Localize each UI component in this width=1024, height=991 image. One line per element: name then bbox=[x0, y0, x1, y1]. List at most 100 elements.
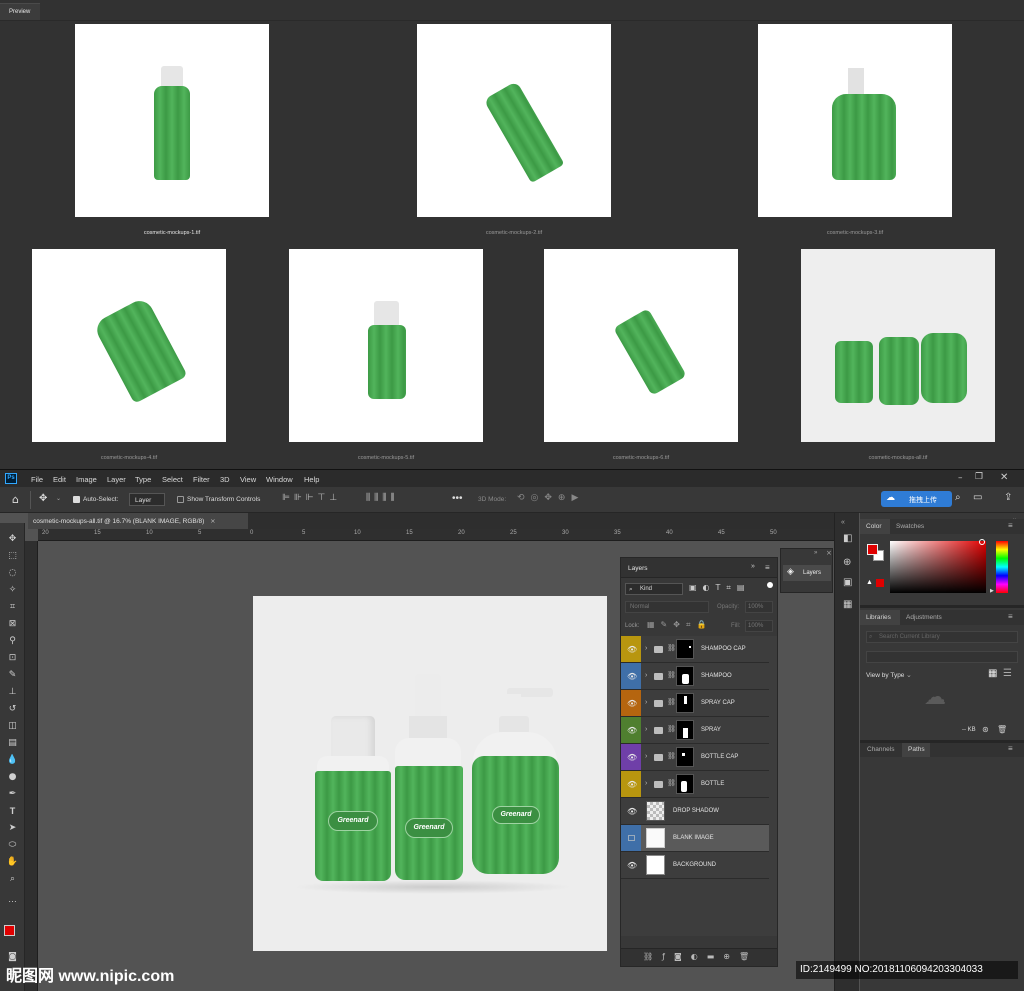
library-search-input[interactable]: ⌕ Search Current Library bbox=[866, 631, 1018, 643]
marquee-tool-icon[interactable]: ⬚ bbox=[6, 550, 19, 562]
blur-tool-icon[interactable]: 💧 bbox=[6, 754, 19, 766]
thumbnail-1[interactable] bbox=[75, 24, 269, 217]
menu-3d[interactable]: 3D bbox=[220, 475, 230, 484]
layer-row[interactable]: 👁 BACKGROUND bbox=[621, 852, 769, 879]
clone-stamp-icon[interactable]: ⊥ bbox=[6, 686, 19, 698]
collapse-icon[interactable]: » bbox=[751, 563, 755, 570]
type-tool-icon[interactable]: T bbox=[6, 805, 19, 817]
visibility-box[interactable] bbox=[628, 835, 635, 841]
history-brush-icon[interactable]: ↺ bbox=[6, 703, 19, 715]
more-tools-icon[interactable]: … bbox=[6, 893, 19, 905]
swatches-tab[interactable]: Swatches bbox=[896, 523, 924, 530]
crop-tool-icon[interactable]: ⌗ bbox=[6, 601, 19, 613]
document-tab[interactable]: cosmetic-mockups-all.tif @ 16.7% (BLANK … bbox=[28, 513, 248, 529]
panel-menu-icon[interactable]: ≡ bbox=[1008, 521, 1013, 530]
layer-row[interactable]: 👁 › ⛓ SHAMPOO CAP bbox=[621, 636, 769, 663]
eye-icon[interactable]: 👁 bbox=[627, 645, 637, 654]
home-icon[interactable]: ⌂ bbox=[12, 493, 19, 506]
eye-icon[interactable]: 👁 bbox=[627, 699, 637, 708]
eye-icon[interactable]: 👁 bbox=[627, 726, 637, 735]
path-selection-icon[interactable]: ➤ bbox=[6, 822, 19, 834]
distribute-icons[interactable]: ⫼⫼⫼⫼ bbox=[366, 493, 399, 503]
menu-type[interactable]: Type bbox=[135, 475, 151, 484]
chevron-right-icon[interactable]: › bbox=[645, 780, 647, 787]
chevron-right-icon[interactable]: › bbox=[645, 672, 647, 679]
minimize-icon[interactable]: – bbox=[958, 473, 963, 483]
close-icon[interactable]: × bbox=[826, 549, 832, 557]
search-icon[interactable]: ⌕ bbox=[955, 492, 961, 503]
menu-edit[interactable]: Edit bbox=[53, 475, 66, 484]
layer-row[interactable]: 👁 › ⛓ BOTTLE bbox=[621, 771, 769, 798]
move-tool-icon[interactable]: ✥ bbox=[6, 533, 19, 545]
zoom-tool-icon[interactable]: ⌕ bbox=[6, 873, 19, 885]
close-tab-icon[interactable]: × bbox=[210, 517, 215, 525]
libraries-icon[interactable]: ▣ bbox=[843, 577, 852, 588]
move-tool-icon[interactable]: ✥ bbox=[39, 493, 47, 504]
filter-toggle[interactable] bbox=[767, 582, 773, 588]
hue-slider[interactable] bbox=[996, 541, 1008, 593]
color-tab[interactable]: Color bbox=[860, 519, 890, 534]
layer-row[interactable]: 👁 › ⛓ BOTTLE CAP bbox=[621, 744, 769, 771]
layers-tab[interactable]: Layers bbox=[628, 565, 648, 572]
swatches-grid-icon[interactable]: ▦ bbox=[843, 599, 852, 610]
share-icon[interactable]: ⇪ bbox=[1004, 492, 1012, 503]
3d-mode-icons[interactable]: ⟲◎✥⊕▶ bbox=[517, 493, 584, 503]
auto-select-checkbox[interactable] bbox=[73, 496, 80, 503]
menu-window[interactable]: Window bbox=[266, 475, 293, 484]
chevron-right-icon[interactable]: › bbox=[645, 726, 647, 733]
thumbnail-7[interactable] bbox=[801, 249, 995, 442]
library-dropdown[interactable] bbox=[866, 651, 1018, 663]
healing-brush-icon[interactable]: ⊡ bbox=[6, 652, 19, 664]
gamut-swatch[interactable] bbox=[876, 579, 884, 587]
menu-view[interactable]: View bbox=[240, 475, 256, 484]
expand-icon[interactable]: » bbox=[814, 550, 817, 556]
workspace-icon[interactable]: ▭ bbox=[973, 492, 982, 503]
filter-kind-dropdown[interactable]: ⌕ Kind bbox=[625, 583, 683, 595]
menu-image[interactable]: Image bbox=[76, 475, 97, 484]
panel-menu-icon[interactable]: ≡ bbox=[1008, 744, 1013, 753]
eye-icon[interactable]: 👁 bbox=[627, 753, 637, 762]
eye-icon[interactable]: 👁 bbox=[627, 780, 637, 789]
opacity-field[interactable]: 100% bbox=[745, 601, 773, 613]
grid-view-icon[interactable]: ▦ bbox=[988, 668, 997, 679]
restore-icon[interactable]: ❐ bbox=[975, 472, 983, 482]
show-transform-checkbox[interactable] bbox=[177, 496, 184, 503]
blend-mode-dropdown[interactable]: Normal bbox=[625, 601, 709, 613]
shape-tool-icon[interactable]: ⬭ bbox=[6, 839, 19, 851]
eye-icon[interactable]: 👁 bbox=[627, 807, 637, 816]
thumbnail-5[interactable] bbox=[289, 249, 483, 442]
panel-menu-icon[interactable]: ≡ bbox=[1008, 612, 1013, 621]
menu-file[interactable]: File bbox=[31, 475, 43, 484]
preview-tab[interactable]: Preview bbox=[0, 3, 40, 20]
chevron-down-icon[interactable]: ⌄ bbox=[906, 671, 912, 679]
lock-icons[interactable]: ▦✎✥⌗🔒 bbox=[647, 620, 712, 630]
chevron-right-icon[interactable]: › bbox=[645, 699, 647, 706]
auto-select-dropdown[interactable]: Layer bbox=[129, 493, 165, 506]
collapse-icon[interactable]: « bbox=[841, 519, 845, 526]
eye-icon[interactable]: 👁 bbox=[627, 672, 637, 681]
menu-layer[interactable]: Layer bbox=[107, 475, 126, 484]
menu-select[interactable]: Select bbox=[162, 475, 183, 484]
close-icon[interactable]: ✕ bbox=[1000, 472, 1008, 483]
thumbnail-6[interactable] bbox=[544, 249, 738, 442]
chevron-right-icon[interactable]: › bbox=[645, 645, 647, 652]
menu-help[interactable]: Help bbox=[304, 475, 319, 484]
layer-row[interactable]: 👁 DROP SHADOW bbox=[621, 798, 769, 825]
layer-row[interactable]: 👁 › ⛓ SPRAY CAP bbox=[621, 690, 769, 717]
foreground-color-swatch[interactable] bbox=[867, 544, 878, 555]
filter-icons[interactable]: ▣◐T⌗▤ bbox=[689, 583, 751, 593]
color-picker-field[interactable] bbox=[890, 539, 986, 593]
eye-icon[interactable]: 👁 bbox=[627, 861, 637, 870]
dodge-tool-icon[interactable]: ● bbox=[6, 771, 19, 783]
layer-row[interactable]: 👁 › ⛓ SPRAY bbox=[621, 717, 769, 744]
gradient-icon[interactable]: ▤ bbox=[6, 737, 19, 749]
hand-tool-icon[interactable]: ✋ bbox=[6, 856, 19, 868]
fill-field[interactable]: 100% bbox=[745, 620, 773, 632]
paths-tab[interactable]: Paths bbox=[902, 743, 930, 757]
libraries-tab[interactable]: Libraries bbox=[860, 610, 900, 625]
align-icons[interactable]: ⊫⊪⊩⊤⊥ bbox=[282, 493, 341, 503]
more-options-icon[interactable]: ••• bbox=[452, 493, 463, 504]
trash-icon[interactable]: 🗑 bbox=[997, 725, 1007, 734]
magic-wand-icon[interactable]: ✧ bbox=[6, 584, 19, 596]
chevron-right-icon[interactable]: › bbox=[645, 753, 647, 760]
